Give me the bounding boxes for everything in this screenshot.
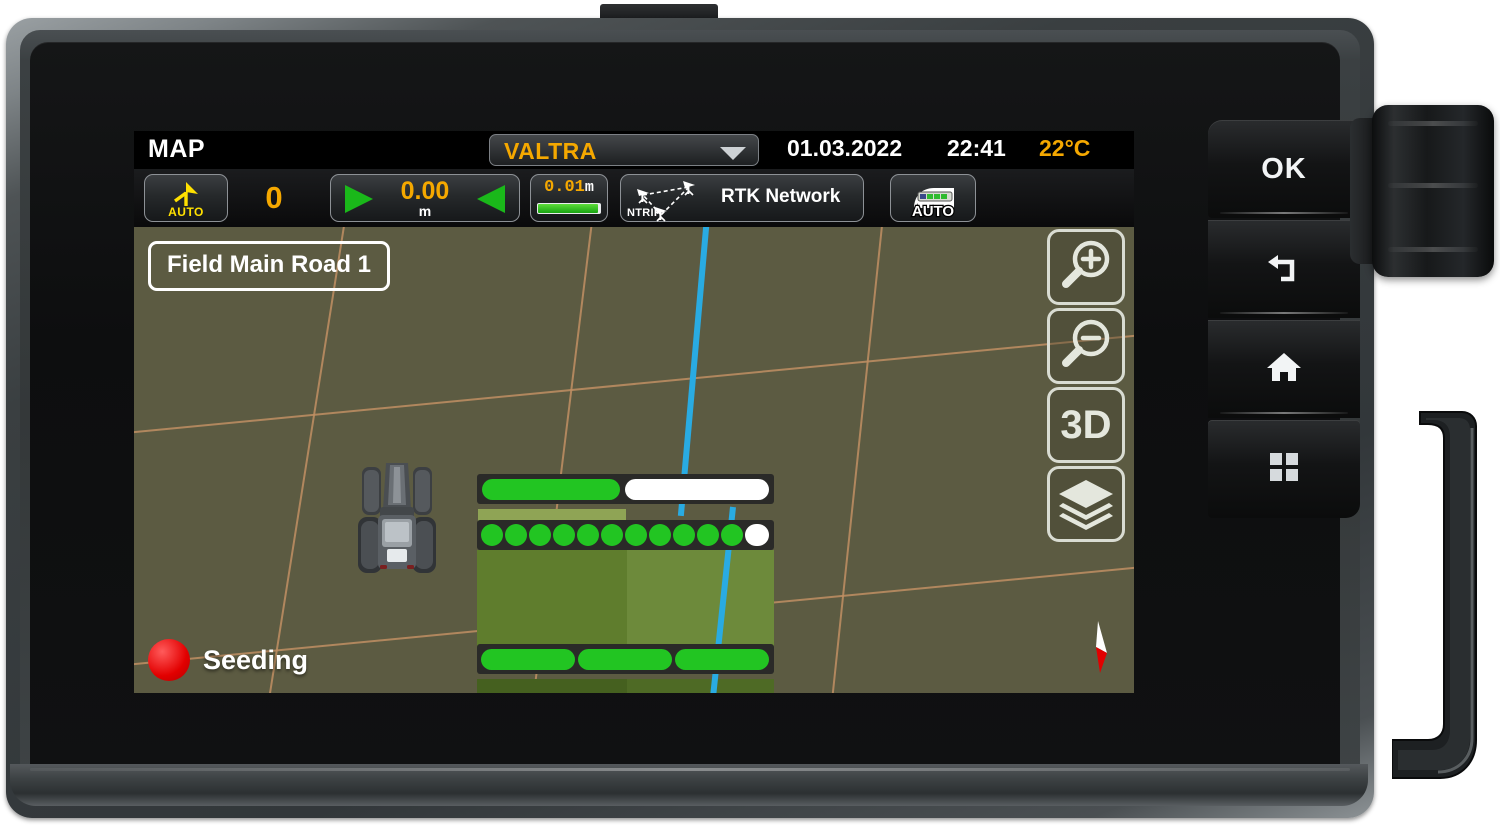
ntrip-label: NTRIP: [627, 207, 662, 219]
vehicle-name: VALTRA: [504, 138, 597, 164]
implement-auto-sections-icon: AUTO: [902, 180, 964, 225]
section-segment[interactable]: [601, 524, 623, 546]
section-segment[interactable]: [721, 524, 743, 546]
ok-button[interactable]: OK: [1208, 120, 1360, 218]
hardware-button-column: OK: [1208, 120, 1360, 518]
chevron-down-icon: [720, 147, 746, 160]
section-segment[interactable]: [481, 524, 503, 546]
auto-steering-button[interactable]: AUTO: [144, 174, 228, 222]
svg-text:AUTO: AUTO: [912, 203, 955, 220]
device-bottom-highlight: [30, 768, 1350, 771]
worked-area: [627, 550, 774, 654]
implement-auto-button[interactable]: AUTO: [890, 174, 976, 222]
section-segment[interactable]: [675, 649, 769, 670]
task-status: Seeding: [148, 639, 308, 681]
section-segment[interactable]: [529, 524, 551, 546]
table-row rear-section-bar[interactable]: [477, 644, 774, 674]
time-display: 22:41: [947, 135, 1006, 161]
back-button[interactable]: [1208, 220, 1360, 318]
task-status-label: Seeding: [203, 644, 309, 675]
status-bar: AUTO 0 0.00 m 0.01m NTRIP RTK Network AU…: [134, 169, 1134, 227]
zoom-out-button[interactable]: [1047, 308, 1125, 384]
date-display: 01.03.2022: [787, 135, 903, 161]
worked-area: [477, 550, 627, 654]
section-segment[interactable]: [745, 524, 769, 546]
accuracy-value: 0.01: [544, 178, 585, 197]
screenshot-root: MAP VALTRA 01.03.2022 22:41 22°C AUTO 0 …: [0, 0, 1500, 840]
worked-area: [627, 679, 774, 693]
map-controls: 3D: [1047, 229, 1125, 545]
correction-source-button[interactable]: NTRIP RTK Network: [620, 174, 864, 222]
ntrip-satellite-icon: [627, 179, 719, 228]
display-screen: MAP VALTRA 01.03.2022 22:41 22°C AUTO 0 …: [134, 131, 1134, 693]
heading-value: 0: [244, 174, 304, 222]
apps-button[interactable]: [1208, 420, 1360, 518]
mount-bracket: [1391, 410, 1484, 800]
gps-accuracy-indicator[interactable]: 0.01m: [530, 174, 608, 222]
vehicle-selector[interactable]: VALTRA: [489, 134, 759, 166]
correction-source-label: RTK Network: [721, 186, 841, 207]
worked-area: [477, 679, 627, 693]
compass-north-icon: [1082, 619, 1112, 675]
view-3d-button[interactable]: 3D: [1047, 387, 1125, 463]
section-segment[interactable]: [625, 479, 769, 500]
section-segment[interactable]: [482, 479, 620, 500]
cross-track-deviation[interactable]: 0.00 m: [330, 174, 520, 222]
section-segment[interactable]: [578, 649, 672, 670]
map-view[interactable]: Field Main Road 1 3D Seeding: [134, 227, 1134, 693]
accuracy-unit: m: [584, 179, 594, 196]
table-row seeding-section-bar[interactable]: [477, 520, 774, 550]
temperature-display: 22°C: [1039, 135, 1091, 161]
back-arrow-icon: [1264, 249, 1304, 290]
section-segment[interactable]: [481, 649, 575, 670]
table-row front-section-bar[interactable]: [477, 474, 774, 504]
home-icon: [1265, 350, 1303, 389]
section-segment[interactable]: [625, 524, 647, 546]
zoom-in-button[interactable]: [1047, 229, 1125, 305]
grid-apps-icon: [1267, 450, 1301, 489]
title-bar: MAP VALTRA 01.03.2022 22:41 22°C: [134, 131, 1134, 169]
page-title: MAP: [148, 135, 206, 163]
field-name-label: Field Main Road 1: [148, 241, 391, 291]
section-segment[interactable]: [577, 524, 599, 546]
section-segment[interactable]: [553, 524, 575, 546]
layers-button[interactable]: [1047, 466, 1125, 542]
deviation-value: 0.00: [400, 177, 450, 205]
section-segment[interactable]: [505, 524, 527, 546]
ok-button-label: OK: [1261, 152, 1307, 185]
rotary-knob[interactable]: [1372, 105, 1494, 277]
status-badge: [148, 639, 190, 681]
section-segment[interactable]: [673, 524, 695, 546]
heading-number: 0: [265, 180, 283, 215]
auto-steering-label: AUTO: [168, 205, 204, 219]
vehicle-icon: [356, 459, 438, 581]
accuracy-bar: [537, 203, 601, 214]
section-segment[interactable]: [697, 524, 719, 546]
deviation-unit: m: [418, 203, 432, 219]
home-button[interactable]: [1208, 320, 1360, 418]
section-segment[interactable]: [649, 524, 671, 546]
